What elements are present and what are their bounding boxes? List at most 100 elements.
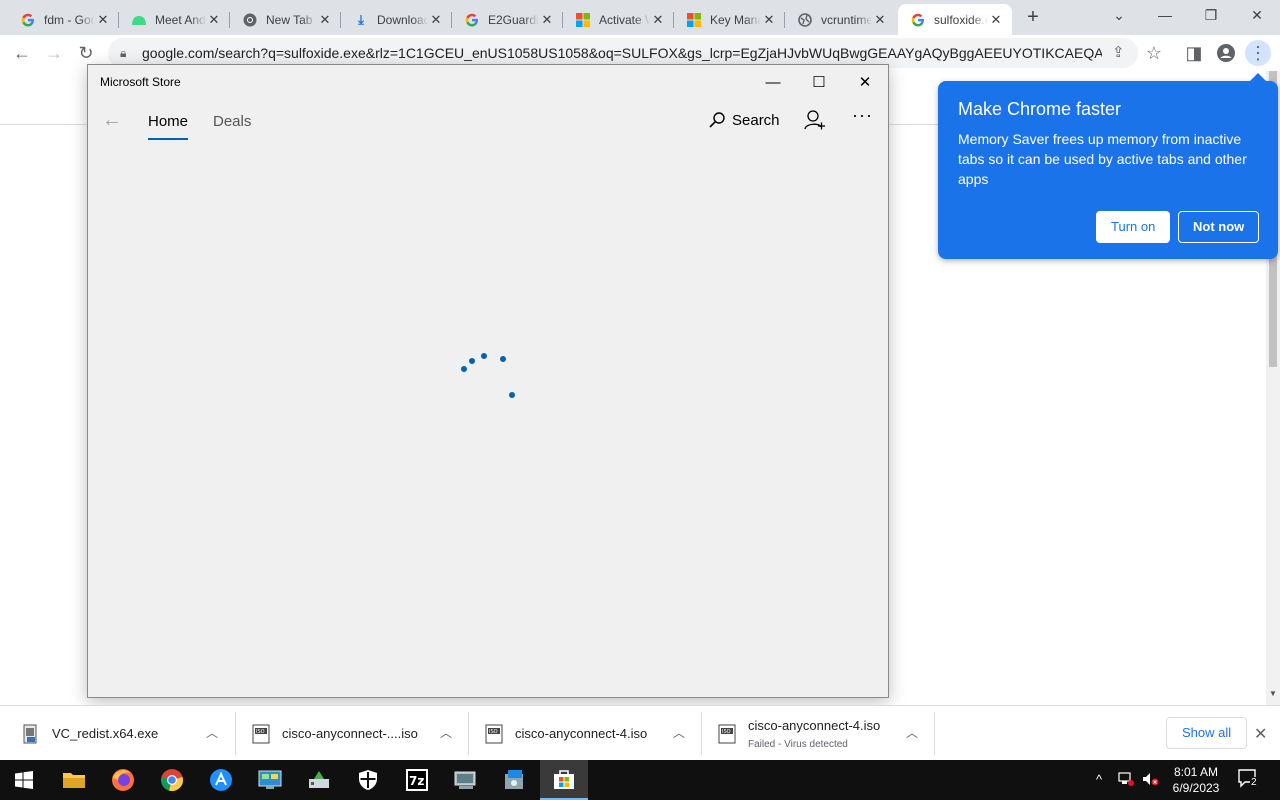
download-item[interactable]: ISO cisco-anyconnect-....iso ︿ xyxy=(236,706,469,761)
tab-fdm[interactable]: fdm - Google Search ✕ xyxy=(8,4,119,35)
chevron-up-icon[interactable]: ︿ xyxy=(440,724,452,741)
microsoft-store-taskbar-icon[interactable] xyxy=(540,760,588,800)
windows-security-icon[interactable] xyxy=(344,760,392,800)
side-panel-icon[interactable]: ◨ xyxy=(1180,40,1208,66)
tab-sulfoxide[interactable]: sulfoxide.exe ✕ xyxy=(898,4,1012,35)
url-text: google.com/search?q=sulfoxide.exe&rlz=1C… xyxy=(142,45,1102,61)
bookmark-star-icon[interactable]: ☆ xyxy=(1140,40,1168,66)
tab-title: E2Guardian xyxy=(488,12,539,27)
lock-icon[interactable]: 🔒︎ xyxy=(120,46,134,61)
clock-date: 6/9/2023 xyxy=(1172,781,1220,795)
tab-home[interactable]: Home xyxy=(148,113,189,140)
tab-search-icon[interactable]: ⌄ xyxy=(1096,0,1142,30)
download-name: cisco-anyconnect-4.iso xyxy=(515,726,648,741)
close-icon[interactable]: ✕ xyxy=(206,12,222,28)
download-item[interactable]: ISO cisco-anyconnect-4.iso ︿ xyxy=(469,706,702,761)
svg-text:ISO: ISO xyxy=(722,729,731,735)
tab-e2guardian[interactable]: E2Guardian ✕ xyxy=(452,4,563,35)
spinner-dot xyxy=(500,356,506,362)
control-panel-icon[interactable] xyxy=(246,760,294,800)
new-tab-button[interactable]: + xyxy=(1022,6,1044,28)
close-icon[interactable]: ✕ xyxy=(539,12,555,28)
tab-title: Key Management xyxy=(710,12,761,27)
restore-icon[interactable]: ❐ xyxy=(1188,0,1234,30)
tab-meet-android[interactable]: Meet Android ✕ xyxy=(119,4,230,35)
download-name: cisco-anyconnect-....iso xyxy=(282,726,418,741)
close-icon[interactable]: ✕ xyxy=(428,12,444,28)
tab-downloads[interactable]: ⤓ Downloads ✕ xyxy=(341,4,452,35)
clock-time: 8:01 AM xyxy=(1173,765,1219,779)
chevron-up-icon[interactable]: ︿ xyxy=(906,724,918,741)
download-icon: ⤓ xyxy=(358,11,364,27)
notification-center-icon[interactable]: 2 xyxy=(1238,769,1260,792)
download-item-failed[interactable]: ISO cisco-anyconnect-4.iso Failed - Viru… xyxy=(702,706,935,761)
scroll-down-icon[interactable]: ▼ xyxy=(1266,687,1280,701)
download-name: cisco-anyconnect-4.iso xyxy=(748,717,881,733)
show-all-button[interactable]: Show all xyxy=(1166,717,1248,749)
download-name: VC_redist.x64.exe xyxy=(52,726,159,741)
close-icon[interactable]: ✕ xyxy=(650,12,666,28)
network-icon[interactable] xyxy=(1118,772,1134,789)
spinner-dot xyxy=(469,358,475,364)
share-icon[interactable]: ⇪ xyxy=(1112,43,1125,61)
tab-new-tab[interactable]: New Tab ✕ xyxy=(230,4,341,35)
tab-title: Downloads xyxy=(377,12,428,27)
tab-title: New Tab xyxy=(266,12,313,27)
system-tool-icon[interactable] xyxy=(491,760,539,800)
chevron-up-tray-icon[interactable]: ^ xyxy=(1096,772,1102,787)
store-minimize-icon[interactable]: — xyxy=(750,65,796,99)
spinner-dot xyxy=(481,353,487,359)
google-icon xyxy=(910,12,926,28)
forward-icon[interactable]: → xyxy=(40,40,68,66)
close-icon[interactable]: ✕ xyxy=(988,12,1004,28)
back-icon[interactable]: ← xyxy=(8,40,36,66)
volume-muted-icon[interactable] xyxy=(1142,772,1160,789)
close-window-icon[interactable]: ✕ xyxy=(1234,0,1280,30)
network-tool-icon[interactable] xyxy=(295,760,343,800)
taskbar-clock[interactable]: 8:01 AM 6/9/2023 xyxy=(1164,764,1228,796)
windows-start-icon[interactable] xyxy=(0,760,48,800)
tab-title: Meet Android xyxy=(155,12,206,27)
close-icon[interactable]: ✕ xyxy=(872,12,888,28)
app-installer-icon[interactable] xyxy=(197,760,245,800)
store-maximize-icon[interactable]: ☐ xyxy=(796,65,842,99)
tab-title: sulfoxide.exe xyxy=(934,12,988,27)
download-item[interactable]: VC_redist.x64.exe ︿ xyxy=(0,706,236,761)
turn-on-button[interactable]: Turn on xyxy=(1096,211,1171,243)
iso-file-icon: ISO xyxy=(485,724,503,743)
tab-deals[interactable]: Deals xyxy=(213,113,251,130)
firefox-icon[interactable] xyxy=(99,760,147,800)
tab-vcruntime[interactable]: vcruntime ✕ xyxy=(785,4,896,35)
close-icon[interactable]: ✕ xyxy=(317,12,333,28)
chevron-up-icon[interactable]: ︿ xyxy=(673,724,685,741)
chrome-menu-icon[interactable]: ⋮ xyxy=(1245,40,1271,66)
svg-text:ISO: ISO xyxy=(256,729,265,735)
profile-icon[interactable] xyxy=(1212,40,1240,66)
device-manager-icon[interactable] xyxy=(442,760,490,800)
minimize-icon[interactable]: — xyxy=(1142,0,1188,30)
svg-text:ISO: ISO xyxy=(489,729,498,735)
store-more-icon[interactable]: ··· xyxy=(852,105,873,126)
tab-key-management[interactable]: Key Management ✕ xyxy=(674,4,785,35)
seven-zip-icon[interactable]: 7z xyxy=(393,760,441,800)
close-icon[interactable]: ✕ xyxy=(761,12,777,28)
chrome-taskbar-icon[interactable] xyxy=(148,760,196,800)
store-close-icon[interactable]: ✕ xyxy=(842,65,888,99)
reload-icon[interactable]: ↻ xyxy=(72,40,100,66)
store-back-icon[interactable]: ← xyxy=(102,109,122,132)
globe-icon xyxy=(797,12,813,28)
tab-activate-windows[interactable]: Activate Windows ✕ xyxy=(563,4,674,35)
installer-file-icon xyxy=(23,724,37,743)
file-explorer-icon[interactable] xyxy=(50,760,98,800)
tab-title: Activate Windows xyxy=(599,12,650,27)
store-title: Microsoft Store xyxy=(100,75,181,89)
not-now-button[interactable]: Not now xyxy=(1178,211,1260,243)
store-account-button[interactable] xyxy=(804,109,826,136)
chevron-up-icon[interactable]: ︿ xyxy=(206,724,218,741)
close-icon[interactable]: ✕ xyxy=(95,12,111,28)
promo-title: Make Chrome faster xyxy=(958,99,1122,119)
iso-file-icon: ISO xyxy=(718,724,736,743)
close-shelf-icon[interactable]: ✕ xyxy=(1254,724,1267,744)
store-search-button[interactable]: Search xyxy=(708,111,780,129)
google-icon xyxy=(464,12,480,28)
